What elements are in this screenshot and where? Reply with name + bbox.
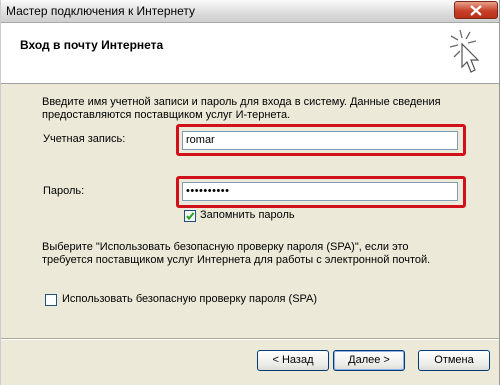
spa-checkbox-label[interactable]: Использовать безопасную проверку пароля … — [62, 293, 317, 305]
title-bar[interactable]: Мастер подключения к Интернету — [1, 0, 499, 23]
password-label: Пароль: — [43, 185, 84, 197]
password-input[interactable]: •••••••••• — [182, 182, 458, 201]
window-title: Мастер подключения к Интернету — [6, 4, 196, 18]
page-title: Вход в почту Интернета — [20, 38, 164, 52]
next-button[interactable]: Далее > — [333, 350, 405, 371]
remember-password-checkbox[interactable] — [184, 210, 196, 222]
intro-text: Введите имя учетной записи и пароль для … — [42, 96, 441, 121]
wizard-header: Вход в почту Интернета — [1, 23, 499, 84]
account-input[interactable]: romar — [182, 131, 458, 150]
wizard-sparkle-cursor-icon — [449, 29, 480, 73]
account-label-text: Учетная запись: — [43, 133, 126, 145]
close-icon — [470, 5, 482, 16]
checkmark-icon — [186, 212, 195, 221]
button-separator — [1, 338, 499, 340]
close-button[interactable] — [454, 1, 498, 19]
cancel-button[interactable]: Отмена — [418, 350, 490, 371]
spa-description: Выберите "Использовать безопасную провер… — [42, 241, 431, 266]
spa-checkbox[interactable] — [45, 294, 57, 306]
wizard-window: Мастер подключения к Интернету Вход в по… — [0, 0, 500, 385]
back-button[interactable]: < Назад — [257, 350, 329, 371]
password-label-text: Пароль: — [43, 185, 85, 197]
account-label: Учетная запись: — [43, 133, 125, 145]
remember-password-label[interactable]: Запомнить пароль — [200, 209, 295, 221]
